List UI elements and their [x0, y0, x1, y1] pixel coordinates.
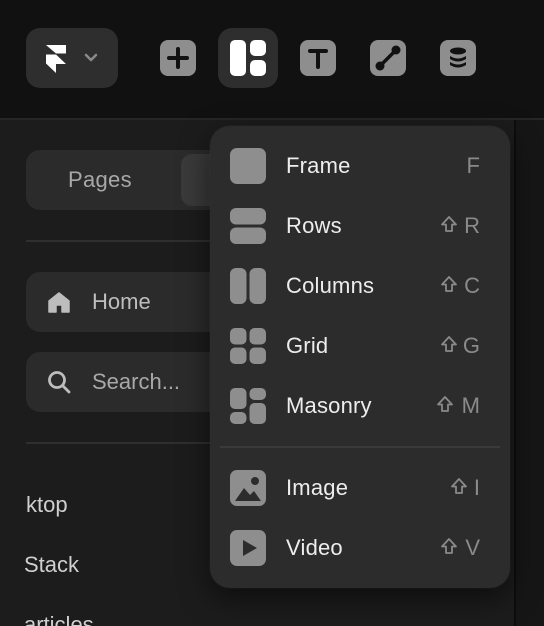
right-panel-edge: [514, 120, 544, 626]
layer-item[interactable]: ktop: [26, 492, 68, 518]
shift-icon: [441, 276, 457, 292]
cms-tool-button[interactable]: [428, 28, 488, 88]
menu-item-label: Masonry: [286, 393, 372, 418]
menu-item-video[interactable]: Video V: [210, 520, 510, 576]
menu-item-label: Columns: [286, 273, 375, 298]
menu-separator: [220, 446, 500, 448]
framer-app: Pages Home Search... ktop Stack articles: [0, 0, 544, 626]
menu-item-grid[interactable]: Grid G: [210, 318, 510, 374]
layer-item[interactable]: Stack: [24, 552, 79, 578]
grid-icon: [230, 328, 266, 364]
framer-menu-button[interactable]: [26, 28, 118, 88]
plus-icon: [160, 40, 196, 76]
shortcut-key: R: [464, 213, 480, 238]
menu-item-label: Rows: [286, 213, 342, 238]
frame-icon: [230, 148, 266, 184]
shortcut-key: I: [473, 475, 480, 500]
shift-icon: [441, 336, 457, 352]
shortcut-key: C: [464, 273, 480, 298]
text-icon: [300, 40, 336, 76]
shift-icon: [451, 478, 467, 494]
framer-logo-icon: [46, 45, 66, 73]
menu-item-frame[interactable]: Frame F: [210, 138, 510, 194]
vector-path-icon: [370, 40, 406, 76]
menu-item-label: Image: [286, 475, 349, 500]
shift-icon: [441, 538, 457, 554]
menu-item-masonry[interactable]: Masonry M: [210, 378, 510, 434]
image-icon: [230, 470, 266, 506]
chevron-down-icon: [84, 53, 98, 62]
menu-item-columns[interactable]: Columns C: [210, 258, 510, 314]
menu-item-label: Grid: [286, 333, 329, 358]
search-icon: [48, 371, 71, 394]
insert-tool-button[interactable]: [148, 28, 208, 88]
shortcut-key: G: [462, 333, 480, 358]
menu-item-label: Video: [286, 535, 343, 560]
shortcut-key: M: [461, 393, 480, 418]
text-tool-button[interactable]: [288, 28, 348, 88]
pages-tab[interactable]: Pages: [68, 167, 132, 193]
shortcut-key: F: [466, 153, 480, 178]
shift-icon: [441, 216, 457, 232]
top-toolbar: [0, 0, 544, 118]
rows-icon: [230, 208, 266, 244]
menu-item-image[interactable]: Image I: [210, 460, 510, 516]
home-icon: [48, 292, 70, 313]
layout-dropdown-menu: Frame F Rows R Columns C Grid G Masonry …: [210, 126, 510, 588]
home-label: Home: [92, 289, 151, 314]
video-icon: [230, 530, 266, 566]
layout-tool-button[interactable]: [218, 28, 278, 88]
menu-item-rows[interactable]: Rows R: [210, 198, 510, 254]
masonry-icon: [230, 388, 266, 424]
layer-item[interactable]: articles: [24, 612, 94, 626]
database-icon: [440, 40, 476, 76]
shortcut-key: V: [465, 535, 480, 560]
menu-item-label: Frame: [286, 153, 351, 178]
columns-icon: [230, 268, 266, 304]
vector-tool-button[interactable]: [358, 28, 418, 88]
layout-icon: [230, 40, 266, 76]
search-placeholder: Search...: [92, 369, 181, 394]
shift-icon: [437, 396, 453, 412]
